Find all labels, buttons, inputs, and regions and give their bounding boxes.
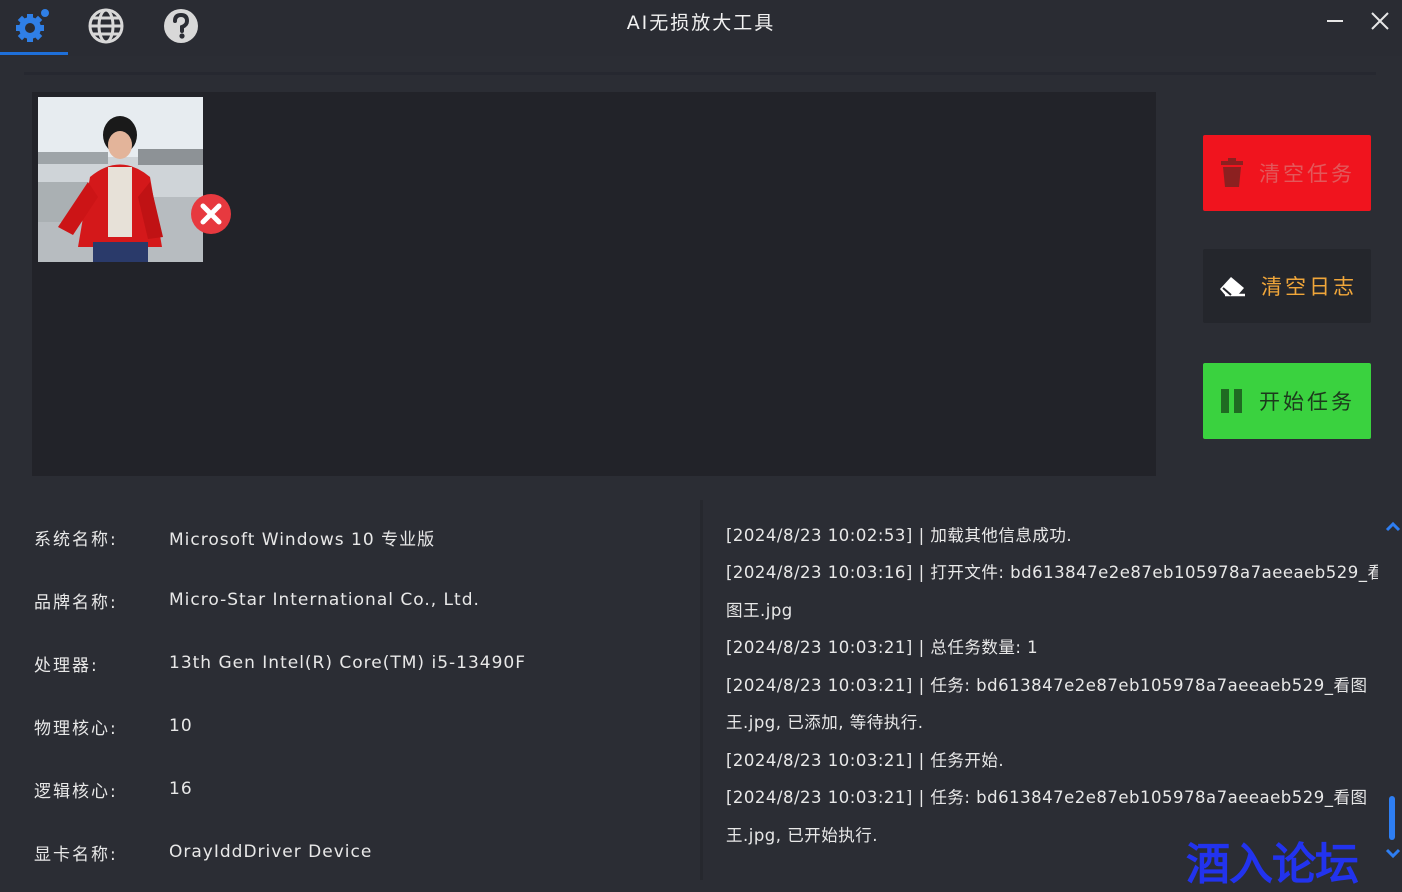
log-line: 王.jpg, 已添加, 等待执行. bbox=[726, 713, 924, 732]
info-label: 显卡名称: bbox=[34, 844, 118, 865]
info-value: Micro-Star International Co., Ltd. bbox=[169, 590, 480, 610]
minimize-icon bbox=[1327, 20, 1343, 22]
info-row-brand: 品牌名称: Micro-Star International Co., Ltd. bbox=[34, 585, 480, 615]
remove-image-button[interactable] bbox=[190, 193, 232, 235]
close-button[interactable] bbox=[1363, 6, 1397, 36]
info-row-physical-cores: 物理核心: 10 bbox=[34, 711, 193, 741]
chevron-up-icon bbox=[1385, 521, 1401, 532]
log-line: [2024/8/23 10:03:21] | 任务开始. bbox=[726, 751, 1005, 770]
info-value: 10 bbox=[169, 716, 193, 736]
log-line: [2024/8/23 10:02:53] | 加载其他信息成功. bbox=[726, 526, 1073, 545]
info-row-cpu: 处理器: 13th Gen Intel(R) Core(TM) i5-13490… bbox=[34, 648, 526, 678]
panel-divider bbox=[700, 500, 703, 880]
info-value: 16 bbox=[169, 779, 193, 799]
thumbnail-photo bbox=[38, 97, 203, 262]
clear-log-label: 清空日志 bbox=[1261, 275, 1357, 299]
log-line: 图王.jpg bbox=[726, 601, 793, 620]
clear-log-button[interactable]: 清空日志 bbox=[1203, 249, 1371, 323]
start-tasks-label: 开始任务 bbox=[1259, 390, 1355, 414]
header-separator bbox=[24, 72, 1376, 75]
clear-tasks-label: 清空任务 bbox=[1259, 162, 1355, 186]
active-tab-indicator bbox=[0, 52, 68, 55]
log-line: [2024/8/23 10:03:21] | 总任务数量: 1 bbox=[726, 638, 1039, 657]
info-value: OrayIddDriver Device bbox=[169, 842, 373, 862]
info-value: Microsoft Windows 10 专业版 bbox=[169, 529, 436, 550]
clear-tasks-button[interactable]: 清空任务 bbox=[1203, 135, 1371, 211]
scroll-up-button[interactable] bbox=[1384, 518, 1402, 536]
app-title: AI无损放大工具 bbox=[626, 12, 776, 34]
log-line: [2024/8/23 10:03:16] | 打开文件: bd613847e2e… bbox=[726, 563, 1378, 582]
image-drop-area[interactable] bbox=[32, 92, 1156, 476]
log-line: [2024/8/23 10:03:21] | 任务: bd613847e2e87… bbox=[726, 788, 1368, 807]
info-value: 13th Gen Intel(R) Core(TM) i5-13490F bbox=[169, 653, 526, 673]
system-info-panel bbox=[0, 496, 700, 889]
info-label: 品牌名称: bbox=[34, 592, 118, 613]
pause-icon bbox=[1221, 389, 1242, 413]
close-icon bbox=[1371, 12, 1389, 30]
image-thumbnail[interactable] bbox=[38, 97, 203, 262]
info-label: 逻辑核心: bbox=[34, 781, 118, 802]
trash-icon bbox=[1221, 158, 1243, 187]
info-row-logical-cores: 逻辑核心: 16 bbox=[34, 774, 193, 804]
info-row-gpu: 显卡名称: OrayIddDriver Device bbox=[34, 837, 372, 867]
eraser-icon bbox=[1220, 277, 1245, 297]
minimize-button[interactable] bbox=[1318, 6, 1352, 36]
info-label: 处理器: bbox=[34, 655, 99, 676]
info-label: 系统名称: bbox=[34, 529, 118, 550]
watermark-text: 酒入论坛 bbox=[1186, 839, 1359, 890]
log-line: [2024/8/23 10:03:21] | 任务: bd613847e2e87… bbox=[726, 676, 1368, 695]
remove-x-circle-icon bbox=[191, 194, 231, 234]
start-tasks-button[interactable]: 开始任务 bbox=[1203, 363, 1371, 439]
info-row-os: 系统名称: Microsoft Windows 10 专业版 bbox=[34, 522, 435, 552]
title-bar: AI无损放大工具 bbox=[0, 0, 1402, 56]
info-label: 物理核心: bbox=[34, 718, 118, 739]
